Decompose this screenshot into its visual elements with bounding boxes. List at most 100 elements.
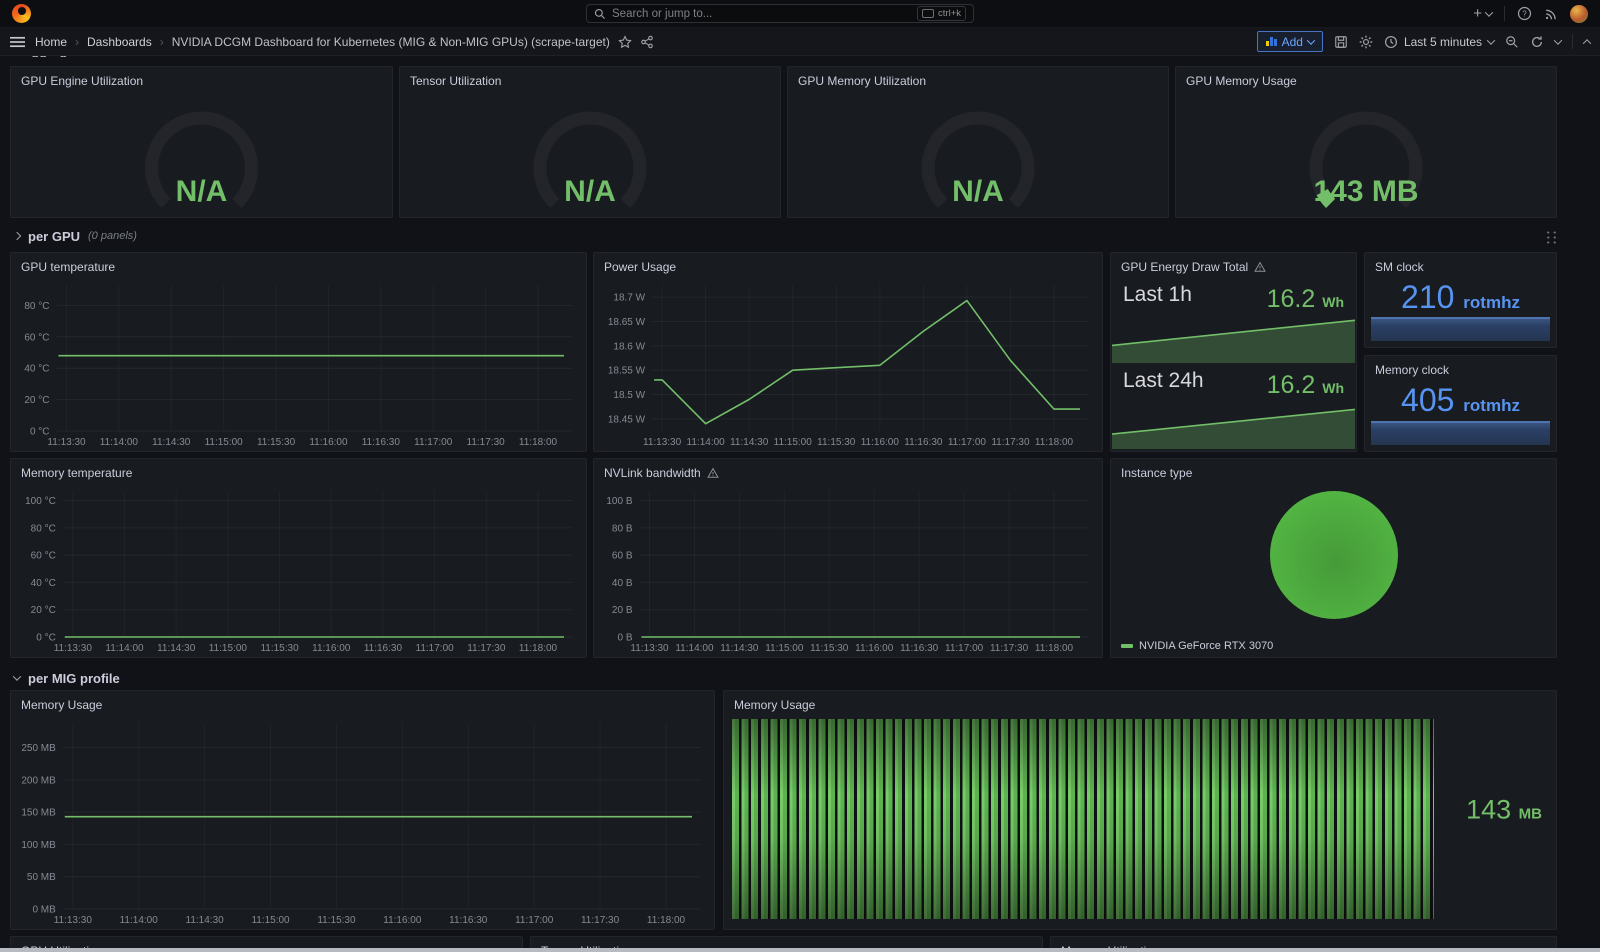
svg-text:200 MB: 200 MB [21,775,56,786]
grafana-logo-icon[interactable] [12,4,31,23]
svg-text:11:15:00: 11:15:00 [209,643,248,654]
panel-title[interactable]: GPU Engine Utilization [11,67,392,93]
panel-title[interactable]: GPU Energy Draw Total [1111,253,1356,279]
svg-text:11:13:30: 11:13:30 [47,437,86,448]
svg-text:11:17:30: 11:17:30 [467,643,506,654]
warning-icon[interactable] [1254,261,1266,273]
panel-gpu-engine-utilization: GPU Engine Utilization N/A [10,66,393,218]
row-drag-handle-icon[interactable] [1544,229,1557,244]
search-icon [594,8,606,20]
svg-text:11:17:30: 11:17:30 [467,437,506,448]
chart-gpu-temperature[interactable]: 11:13:3011:14:0011:14:3011:15:0011:15:30… [11,277,586,451]
svg-text:11:14:00: 11:14:00 [675,643,714,654]
dashboard-canvas: Aggregate GPU Engine Utilization N/A Ten… [0,56,1600,952]
stat-bar-gauge [1371,421,1550,445]
retro-lcd-bar-gauge[interactable] [732,719,1434,919]
chart-memory-temperature[interactable]: 11:13:3011:14:0011:14:3011:15:0011:15:30… [11,483,586,657]
breadcrumb-home[interactable]: Home [35,35,67,49]
divider [1504,6,1505,21]
breadcrumb-dashboards[interactable]: Dashboards [87,35,152,49]
help-icon[interactable]: ? [1517,6,1532,21]
svg-text:150 MB: 150 MB [21,808,56,819]
svg-text:11:17:00: 11:17:00 [416,643,455,654]
panel-title[interactable]: Memory clock [1365,356,1556,382]
menu-hamburger-icon[interactable] [10,36,25,48]
svg-text:11:13:30: 11:13:30 [630,643,669,654]
svg-text:80 °C: 80 °C [31,523,56,534]
panel-title[interactable]: Memory Usage [11,691,714,717]
refresh-icon[interactable] [1530,35,1544,49]
breadcrumb-current: NVIDIA DCGM Dashboard for Kubernetes (MI… [172,35,610,49]
svg-text:11:16:00: 11:16:00 [383,915,422,926]
svg-text:11:18:00: 11:18:00 [1035,437,1074,448]
gauge-tensor-utilization[interactable]: N/A [400,93,780,217]
svg-text:40 °C: 40 °C [31,578,56,589]
svg-text:11:16:30: 11:16:30 [904,437,943,448]
chart-power-usage[interactable]: 11:13:3011:14:0011:14:3011:15:0011:15:30… [594,277,1102,451]
search-placeholder: Search or jump to... [612,8,911,20]
add-button[interactable]: Add [1257,31,1323,52]
shortcut-badge: ctrl+k [917,6,966,21]
svg-text:11:15:30: 11:15:30 [257,437,296,448]
refresh-interval-dropdown[interactable] [1554,36,1562,44]
gauge-gpu-memory-utilization[interactable]: N/A [788,93,1168,217]
svg-text:250 MB: 250 MB [21,743,56,754]
panel-memory-temperature: Memory temperature 11:13:3011:14:0011:14… [10,458,587,658]
pie-chart[interactable] [1270,491,1398,619]
energy-stat-body[interactable]: Last 1h 16.2 Wh Last 24h 16.2 Wh [1111,277,1356,451]
svg-text:11:17:30: 11:17:30 [581,915,620,926]
panel-title[interactable]: SM clock [1365,253,1556,279]
horizontal-scrollbar[interactable] [0,948,1600,952]
save-dashboard-icon[interactable] [1334,35,1348,49]
panel-title[interactable]: NVLink bandwidth [594,459,1102,485]
new-menu-button[interactable]: + [1473,6,1492,21]
svg-text:18.7 W: 18.7 W [613,293,645,304]
panel-title[interactable]: Memory Usage [724,691,1556,717]
svg-text:18.5 W: 18.5 W [613,390,645,401]
add-panel-icon [1266,37,1277,46]
svg-text:11:14:30: 11:14:30 [720,643,759,654]
row-header-per-gpu[interactable]: per GPU (0 panels) [14,226,1557,246]
svg-text:11:15:00: 11:15:00 [774,437,813,448]
sparkline [1112,319,1355,363]
user-avatar[interactable] [1570,5,1588,23]
legend-item[interactable]: NVIDIA GeForce RTX 3070 [1121,640,1273,652]
warning-icon[interactable] [707,467,719,479]
panel-title[interactable]: Power Usage [594,253,1102,279]
svg-text:100 °C: 100 °C [25,496,56,507]
news-rss-icon[interactable] [1544,7,1558,21]
svg-text:60 °C: 60 °C [31,551,56,562]
svg-text:143 MB: 143 MB [1313,175,1418,208]
svg-text:20 °C: 20 °C [31,605,56,616]
svg-text:80 B: 80 B [612,523,633,534]
row-header-per-mig-profile[interactable]: per MIG profile [14,668,1557,688]
panel-title[interactable]: GPU temperature [11,253,586,279]
panel-title[interactable]: GPU Memory Utilization [788,67,1168,93]
svg-text:11:16:30: 11:16:30 [900,643,939,654]
gauge-gpu-memory-usage[interactable]: 143 MB [1176,93,1556,217]
collapse-toolbar-icon[interactable] [1583,39,1591,47]
sparkline [1112,405,1355,449]
svg-text:N/A: N/A [952,175,1004,208]
svg-text:11:15:30: 11:15:30 [810,643,849,654]
search-input[interactable]: Search or jump to... ctrl+k [586,4,974,23]
svg-text:11:16:30: 11:16:30 [362,437,401,448]
settings-gear-icon[interactable] [1359,35,1373,49]
gauge-gpu-engine-utilization[interactable]: N/A [11,93,392,217]
share-icon[interactable] [640,35,654,49]
favorite-star-icon[interactable] [618,35,632,49]
panel-title[interactable]: Tensor Utilization [400,67,780,93]
svg-text:0 °C: 0 °C [30,427,50,438]
chart-nvlink-bandwidth[interactable]: 11:13:3011:14:0011:14:3011:15:0011:15:30… [594,483,1102,657]
panel-title[interactable]: GPU Memory Usage [1176,67,1556,93]
chart-memory-usage[interactable]: 11:13:3011:14:0011:14:3011:15:0011:15:30… [11,715,714,929]
svg-text:11:14:00: 11:14:00 [100,437,139,448]
zoom-out-time-icon[interactable] [1505,35,1519,49]
svg-text:11:16:30: 11:16:30 [364,643,403,654]
chevron-right-icon [13,232,21,240]
panel-title[interactable]: Instance type [1111,459,1556,485]
panel-title[interactable]: Memory temperature [11,459,586,485]
svg-text:11:16:00: 11:16:00 [309,437,348,448]
svg-text:11:13:30: 11:13:30 [54,643,93,654]
time-range-picker[interactable]: Last 5 minutes [1384,35,1494,49]
